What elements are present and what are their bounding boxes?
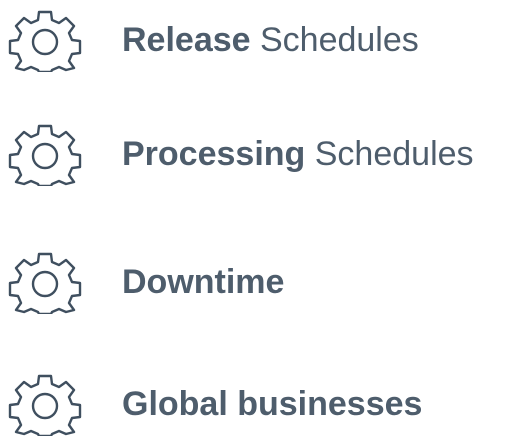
menu-item-release-schedules[interactable]: Release Schedules (8, 8, 508, 72)
menu-item-label: Processing Schedules (122, 137, 474, 171)
menu-item-label: Downtime (122, 265, 284, 299)
menu-item-global-businesses[interactable]: Global businesses (8, 372, 508, 436)
menu-item-downtime[interactable]: Downtime (8, 250, 508, 314)
label-regular: Schedules (250, 21, 419, 59)
gear-icon (8, 250, 84, 314)
label-bold: Processing (122, 135, 306, 173)
label-regular: Schedules (305, 135, 474, 173)
menu-item-label: Global businesses (122, 387, 422, 421)
menu-item-label: Release Schedules (122, 23, 419, 57)
gear-icon (8, 372, 84, 436)
gear-icon (8, 8, 84, 72)
gear-icon (8, 122, 84, 186)
label-bold: Global businesses (122, 385, 423, 423)
label-bold: Downtime (122, 263, 285, 301)
label-bold: Release (122, 21, 251, 59)
settings-menu: Release Schedules Processing Schedules D… (0, 0, 515, 438)
menu-item-processing-schedules[interactable]: Processing Schedules (8, 122, 508, 186)
